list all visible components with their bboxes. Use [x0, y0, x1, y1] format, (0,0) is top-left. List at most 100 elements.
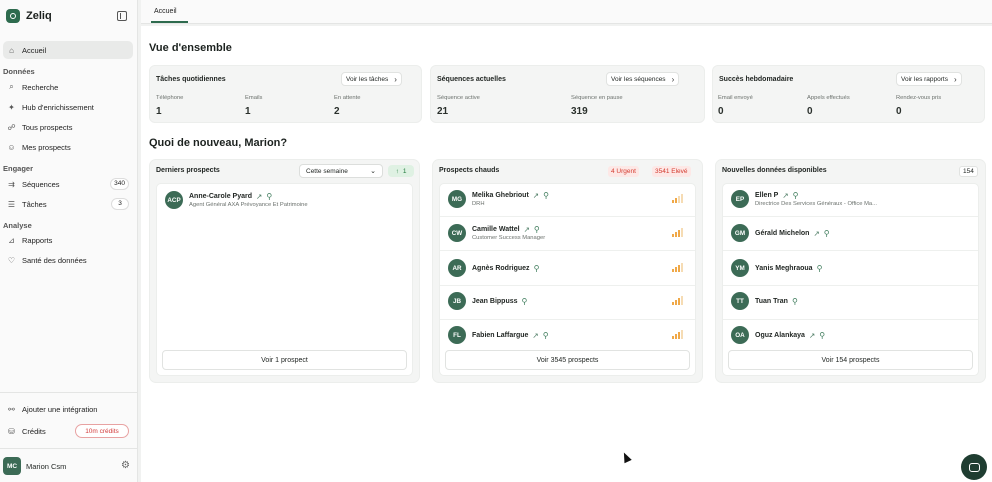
prospect-name[interactable]: Oguz Alankaya: [755, 332, 805, 339]
prospect-name[interactable]: Tuan Tran: [755, 298, 788, 305]
external-link-icon[interactable]: ↗: [533, 191, 539, 200]
hubspot-icon[interactable]: ⚲: [534, 225, 540, 234]
avatar: CW: [448, 224, 466, 242]
list-item[interactable]: MG Melika Ghebriout ↗ ⚲ DRH: [448, 190, 683, 214]
sidebar-toggle-icon[interactable]: [117, 11, 127, 21]
gear-icon[interactable]: ⚙: [121, 460, 130, 471]
sidebar-item-integration[interactable]: ⚯ Ajouter une intégration: [3, 400, 133, 418]
prospect-name[interactable]: Agnès Rodriguez: [472, 265, 530, 272]
view-reports-button[interactable]: Voir les rapports ›: [896, 72, 962, 86]
button-label: Voir les séquences: [611, 75, 666, 83]
hubspot-icon[interactable]: ⚲: [817, 264, 823, 273]
view-sequences-button[interactable]: Voir les séquences ›: [606, 72, 680, 86]
arrow-up-icon: ↑: [395, 167, 399, 175]
sparkle-icon: ✦: [8, 102, 15, 112]
panel-title: Prospects chauds: [439, 167, 500, 174]
prospect-name[interactable]: Anne-Carole Pyard: [189, 193, 252, 200]
sidebar-item-label: Hub d'enrichissement: [22, 102, 94, 112]
credits-badge[interactable]: 10m crédits: [75, 424, 129, 438]
period-select[interactable]: Cette semaine ⌄: [299, 164, 383, 178]
sidebar-item-accueil[interactable]: ⌂ Accueil: [3, 41, 133, 59]
card-title: Tâches quotidiennes: [156, 76, 226, 83]
list-item[interactable]: JB Jean Bippuss ⚲: [448, 292, 683, 316]
user-name[interactable]: Marion Csm: [26, 462, 66, 471]
sidebar-item-taches[interactable]: ☰ Tâches 3: [3, 195, 133, 213]
hubspot-icon[interactable]: ⚲: [824, 229, 830, 238]
view-prospects-button[interactable]: Voir 3545 prospects: [445, 350, 690, 370]
stat-label: Email envoyé: [718, 95, 753, 101]
coin-icon: ⛁: [8, 426, 15, 436]
avatar: AR: [448, 259, 466, 277]
section-analyse: Analyse: [3, 221, 32, 230]
prospect-name[interactable]: Ellen P: [755, 192, 778, 199]
sidebar-item-mes-prospects[interactable]: ☺ Mes prospects: [3, 138, 133, 156]
stat-label: Téléphone: [156, 95, 184, 101]
avatar: TT: [731, 292, 749, 310]
prospect-name[interactable]: Melika Ghebriout: [472, 192, 529, 199]
hubspot-icon[interactable]: ⚲: [793, 191, 799, 200]
zeliq-logo-icon: [6, 9, 20, 23]
external-link-icon[interactable]: ↗: [532, 331, 538, 340]
search-icon: ⌕: [9, 82, 14, 91]
hubspot-icon[interactable]: ⚲: [543, 331, 549, 340]
high-tag[interactable]: 3541 Elevé: [652, 166, 691, 177]
prospect-title: DRH: [472, 201, 485, 207]
avatar[interactable]: MC: [3, 457, 21, 475]
sidebar-item-label: Recherche: [22, 82, 59, 92]
sidebar-item-sequences[interactable]: ⇉ Séquences 340: [3, 175, 133, 193]
brand[interactable]: Zeliq: [6, 9, 52, 23]
list-item[interactable]: EP Ellen P ↗ ⚲ Directrice Des Services G…: [731, 190, 966, 214]
avatar: OA: [731, 326, 749, 344]
external-link-icon[interactable]: ↗: [524, 225, 530, 234]
hubspot-icon[interactable]: ⚲: [792, 297, 798, 306]
urgent-tag[interactable]: 4 Urgent: [608, 166, 639, 177]
list-item[interactable]: GM Gérald Michelon ↗ ⚲: [731, 224, 966, 248]
signal-strength-icon: [672, 330, 683, 339]
sidebar-item-tous-prospects[interactable]: ☍ Tous prospects: [3, 118, 133, 136]
external-link-icon[interactable]: ↗: [813, 229, 819, 238]
app-name: Zeliq: [26, 10, 52, 22]
prospect-title: Directrice Des Services Généraux - Offic…: [755, 201, 877, 207]
list-item[interactable]: OA Oguz Alankaya ↗ ⚲: [731, 326, 966, 350]
prospect-name[interactable]: Fabien Laffargue: [472, 332, 528, 339]
sidebar-item-label: Santé des données: [22, 255, 87, 265]
list-item[interactable]: FL Fabien Laffargue ↗ ⚲: [448, 326, 683, 350]
sidebar-item-hub[interactable]: ✦ Hub d'enrichissement: [3, 98, 133, 116]
external-link-icon[interactable]: ↗: [782, 191, 788, 200]
external-link-icon[interactable]: ↗: [256, 192, 262, 201]
list-item[interactable]: YM Yanis Meghraoua ⚲: [731, 259, 966, 283]
divider: [723, 216, 978, 217]
stat-label: Séquence en pause: [571, 95, 623, 101]
chat-icon[interactable]: [961, 454, 987, 480]
tab-accueil[interactable]: Accueil: [154, 8, 177, 15]
hubspot-icon[interactable]: ⚲: [522, 297, 528, 306]
sidebar-item-sante[interactable]: ♡ Santé des données: [3, 251, 133, 269]
prospect-name[interactable]: Yanis Meghraoua: [755, 265, 813, 272]
home-icon: ⌂: [9, 45, 14, 55]
sidebar-item-label: Séquences: [22, 179, 60, 189]
list-item[interactable]: CW Camille Wattel ↗ ⚲ Customer Success M…: [448, 224, 683, 248]
panel-title: Derniers prospects: [156, 167, 220, 174]
list-item[interactable]: TT Tuan Tran ⚲: [731, 292, 966, 316]
prospect-name[interactable]: Jean Bippuss: [472, 298, 518, 305]
hubspot-icon[interactable]: ⚲: [266, 192, 272, 201]
sidebar-item-rapports[interactable]: ⊿ Rapports: [3, 231, 133, 249]
list-item[interactable]: ACP Anne-Carole Pyard ↗ ⚲ Agent Général …: [165, 191, 400, 215]
prospect-name[interactable]: Gérald Michelon: [755, 230, 809, 237]
view-prospects-button[interactable]: Voir 1 prospect: [162, 350, 407, 370]
sidebar: Zeliq ⌂ Accueil Données ⌕ Recherche ✦ Hu…: [0, 0, 138, 482]
sidebar-item-recherche[interactable]: ⌕ Recherche: [3, 78, 133, 96]
hubspot-icon[interactable]: ⚲: [543, 191, 549, 200]
card-title: Succès hebdomadaire: [719, 76, 794, 83]
avatar: EP: [731, 190, 749, 208]
view-tasks-button[interactable]: Voir les tâches ›: [341, 72, 402, 86]
view-prospects-button[interactable]: Voir 154 prospects: [728, 350, 973, 370]
panel-title: Nouvelles données disponibles: [722, 167, 827, 174]
external-link-icon[interactable]: ↗: [809, 331, 815, 340]
hubspot-icon[interactable]: ⚲: [819, 331, 825, 340]
divider: [723, 285, 978, 286]
list-item[interactable]: AR Agnès Rodriguez ⚲: [448, 259, 683, 283]
prospect-name[interactable]: Camille Wattel: [472, 226, 520, 233]
hubspot-icon[interactable]: ⚲: [534, 264, 540, 273]
plug-icon: ⚯: [8, 404, 15, 414]
